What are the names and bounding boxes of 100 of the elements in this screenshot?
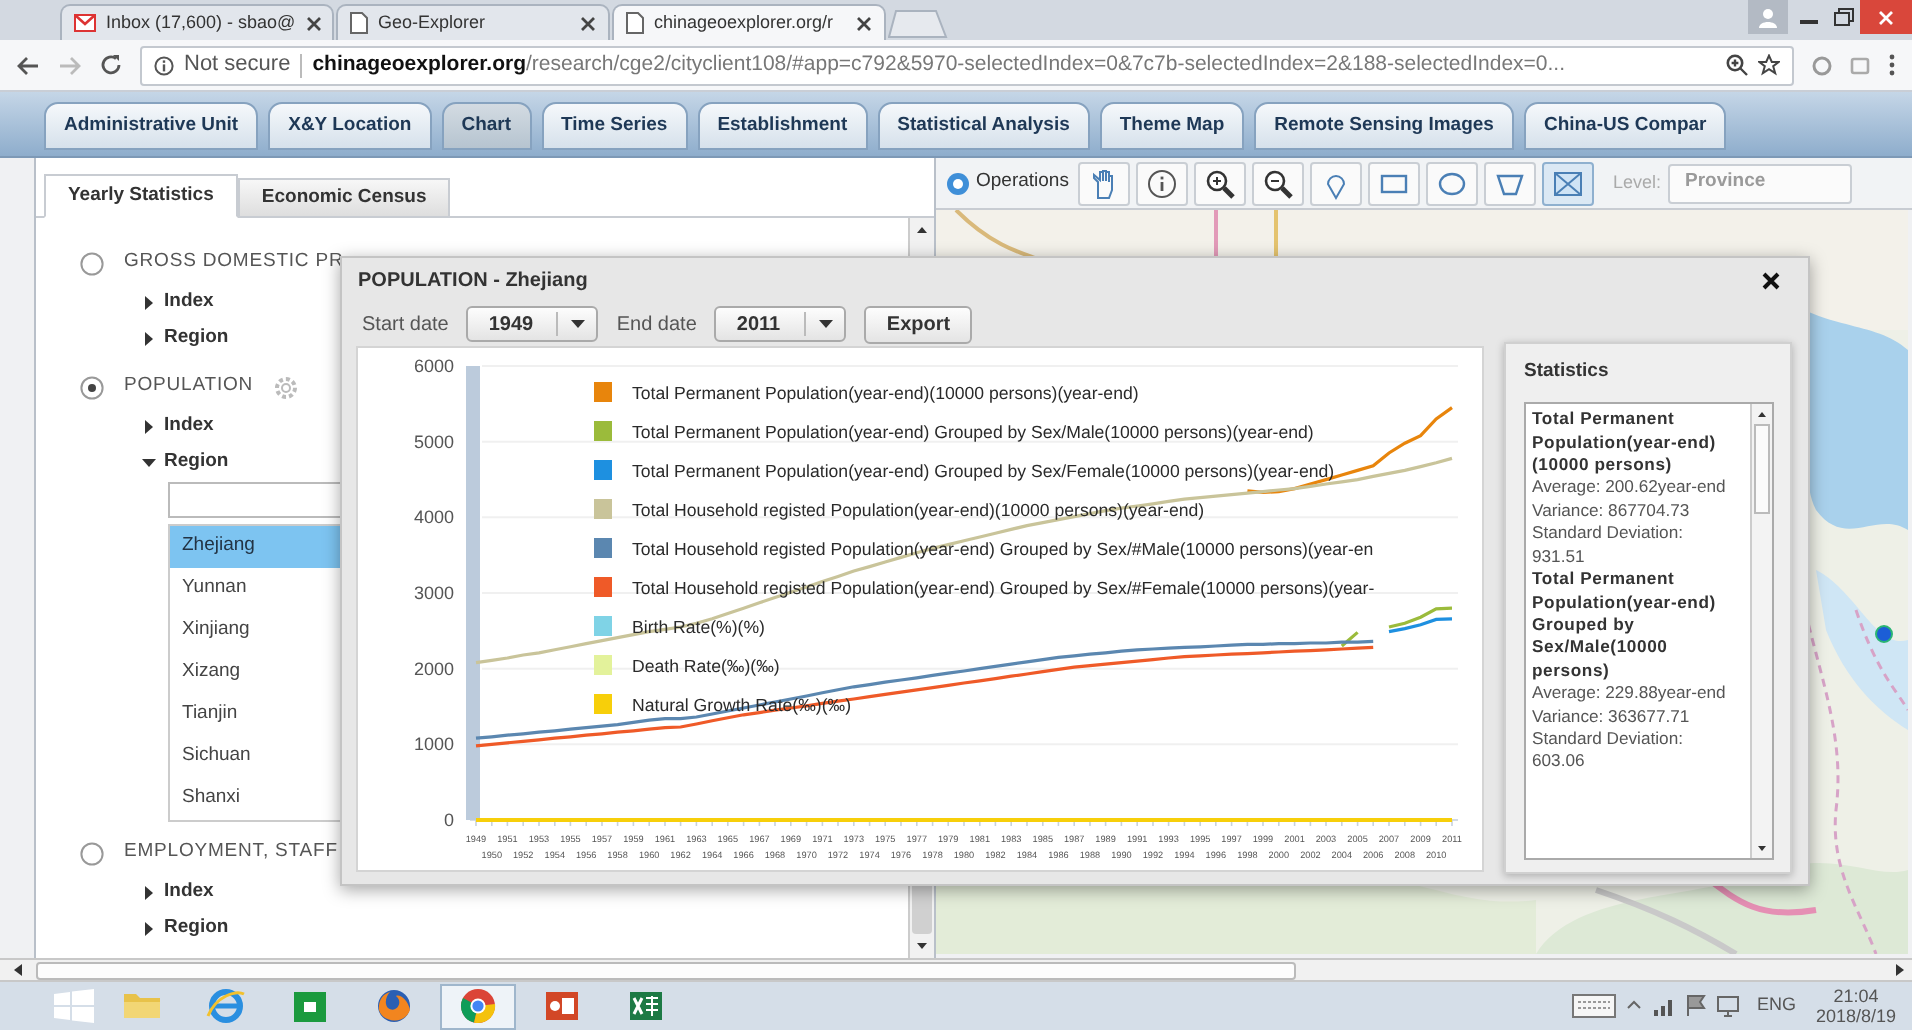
tool-button[interactable] xyxy=(1252,161,1305,205)
statistics-heading: Total Permanent Population(year-end)(10000 persons) xyxy=(1532,408,1718,477)
caret-icon[interactable] xyxy=(142,455,156,469)
tree-node[interactable]: Region xyxy=(142,444,229,480)
mail-icon xyxy=(74,14,96,32)
nav-tab[interactable]: Administrative Unit xyxy=(44,102,259,150)
close-icon[interactable] xyxy=(305,15,322,31)
nav-tab[interactable]: China-US Compar xyxy=(1523,102,1727,150)
close-icon[interactable] xyxy=(1762,271,1780,289)
browser-tab[interactable]: Inbox (17,600) - sbao@ xyxy=(60,4,334,40)
end-date-select[interactable]: 2011 xyxy=(714,306,847,342)
y-tick-label: 6000 xyxy=(413,356,454,376)
caret-icon[interactable] xyxy=(142,331,156,345)
scrollbar-thumb[interactable] xyxy=(1754,424,1770,515)
close-icon[interactable] xyxy=(856,15,872,31)
monitor-icon[interactable] xyxy=(1716,994,1741,1018)
y-tick-label: 0 xyxy=(443,810,454,830)
statistics-value: Variance: 363677.71 xyxy=(1532,705,1692,728)
nav-tab[interactable]: Time Series xyxy=(541,102,688,150)
legend-label[interactable]: Total Permanent Population(year-end) Grouped by Sex/Male(10000 persons)(year-end) xyxy=(632,422,1314,442)
scrollbar-thumb[interactable] xyxy=(36,961,1296,979)
document-icon xyxy=(350,12,368,34)
category-label[interactable]: POPULATION xyxy=(124,372,254,402)
tab-title: chinageoexplorer.org/r xyxy=(654,9,836,36)
start-date-select[interactable]: 1949 xyxy=(466,306,599,342)
info-icon xyxy=(154,55,174,75)
tool-button[interactable] xyxy=(1194,161,1247,205)
globe-e-icon[interactable] xyxy=(204,984,248,1028)
caret-icon[interactable] xyxy=(142,921,156,935)
category-label[interactable]: EMPLOYMENT, STAFF xyxy=(124,838,338,868)
close-button[interactable] xyxy=(1860,0,1912,34)
ellipse-icon[interactable] xyxy=(1436,167,1469,199)
nav-tab[interactable]: Establishment xyxy=(697,102,868,150)
nav-tab[interactable]: Theme Map xyxy=(1099,102,1245,150)
statistics-value: Average: 229.88year-end xyxy=(1532,682,1728,706)
language-indicator[interactable]: ENG xyxy=(1756,992,1796,1020)
legend-label[interactable]: Total Household registed Population(year-end) Grouped by Sex/#Female(10000 persons)(year- xyxy=(632,578,1375,598)
tool-button[interactable] xyxy=(1136,161,1189,205)
clock-date[interactable]: 2018/8/19 xyxy=(1815,1006,1896,1026)
radio-button[interactable] xyxy=(80,375,104,399)
taskbar-button[interactable] xyxy=(440,983,516,1029)
legend-label[interactable]: Total Household registed Population(year-end) Grouped by Sex/#Male(10000 persons)(year-en xyxy=(632,539,1374,559)
statistics-value: Standard Deviation: 603.06 xyxy=(1532,727,1685,774)
legend-label[interactable]: Birth Rate(%)(%) xyxy=(632,617,765,637)
person-icon xyxy=(1758,7,1778,27)
tree-node[interactable]: Region xyxy=(142,320,229,356)
fox-globe-icon[interactable] xyxy=(372,984,416,1028)
radio-button[interactable] xyxy=(80,841,104,865)
caret-icon[interactable] xyxy=(142,419,156,433)
level-label: Level: xyxy=(1612,169,1662,196)
legend-label[interactable]: Total Household registed Population(year-end)(10000 persons)(year-end) xyxy=(632,500,1205,520)
caret-icon[interactable] xyxy=(818,318,835,330)
browser-tab[interactable]: Geo-Explorer xyxy=(336,4,610,40)
nav-tab[interactable]: Chart xyxy=(441,102,532,150)
nav-tab[interactable]: Remote Sensing Images xyxy=(1254,102,1514,150)
browser-tab[interactable]: chinageoexplorer.org/r xyxy=(612,4,886,40)
reload-icon[interactable] xyxy=(100,54,122,76)
flag-icon[interactable] xyxy=(1684,994,1709,1018)
info-icon[interactable] xyxy=(1146,167,1179,199)
envelope-icon[interactable] xyxy=(1552,167,1585,199)
tree-node[interactable]: Index xyxy=(142,284,214,320)
nav-tab[interactable]: X&Y Location xyxy=(268,102,432,150)
url-text[interactable]: chinageoexplorer.org/research/cge2/cityclient108/#app=c792&5970-selectedIndex=0&7c7b-selectedIndex=2&188-selectedIndex=0... xyxy=(312,49,1566,81)
operations-icon[interactable] xyxy=(946,171,970,195)
y-tick-label: 1000 xyxy=(413,734,454,755)
radio-button[interactable] xyxy=(80,251,104,275)
keyboard-icon[interactable] xyxy=(1572,994,1617,1018)
restore-icon[interactable] xyxy=(1833,8,1853,26)
tree-node[interactable]: Index xyxy=(142,408,214,444)
statistics-value: Average: 200.62year-end xyxy=(1532,476,1728,500)
chrome-icon[interactable] xyxy=(456,984,500,1028)
export-button[interactable]: Export xyxy=(864,305,973,343)
operations-label: Operations xyxy=(976,168,1069,197)
caret-icon[interactable] xyxy=(142,295,156,309)
star-icon[interactable] xyxy=(1758,54,1780,76)
nav-tab[interactable]: Statistical Analysis xyxy=(877,102,1090,150)
back-icon[interactable] xyxy=(16,55,40,75)
statistics-title: Statistics xyxy=(1524,358,1611,386)
document-icon xyxy=(626,12,644,34)
tab-title: Geo-Explorer xyxy=(378,9,488,36)
statistics-heading: Total Permanent Population(year-end) Grouped by Sex/Male(10000 persons) xyxy=(1532,568,1718,683)
tree-node[interactable]: Index xyxy=(142,874,214,910)
zoom-out-icon[interactable] xyxy=(1262,167,1295,199)
menu-icon[interactable] xyxy=(1888,54,1896,76)
legend-label[interactable]: Total Permanent Population(year-end) Grouped by Sex/Female(10000 persons)(year-end) xyxy=(632,461,1335,481)
address-bar[interactable]: Not secure chinageoexplorer.org/research/cge2/cityclient108/#app=c792&5970-selectedIndex=0&7c7b-selectedIndex=2&188-selectedIndex=0... xyxy=(140,45,1794,85)
legend-label[interactable]: Death Rate(‰)(‰) xyxy=(632,656,780,676)
panel-tab[interactable]: Yearly Statistics xyxy=(44,174,238,218)
caret-icon[interactable] xyxy=(142,885,156,899)
legend-label[interactable]: Total Permanent Population(year-end)(10000 persons)(year-end) xyxy=(632,383,1139,403)
y-tick-label: 2000 xyxy=(413,658,454,679)
clock-time[interactable]: 21:04 xyxy=(1833,986,1879,1006)
zoom-icon[interactable] xyxy=(1726,54,1748,76)
close-icon[interactable] xyxy=(580,15,596,31)
caret-icon[interactable] xyxy=(570,318,587,330)
statistics-value: Variance: 867704.73 xyxy=(1532,499,1692,523)
panel-tab[interactable]: Economic Census xyxy=(237,178,451,218)
tree-node[interactable]: Region xyxy=(142,910,229,946)
signal-icon[interactable] xyxy=(1652,994,1677,1018)
zoom-in-icon[interactable] xyxy=(1204,167,1237,199)
